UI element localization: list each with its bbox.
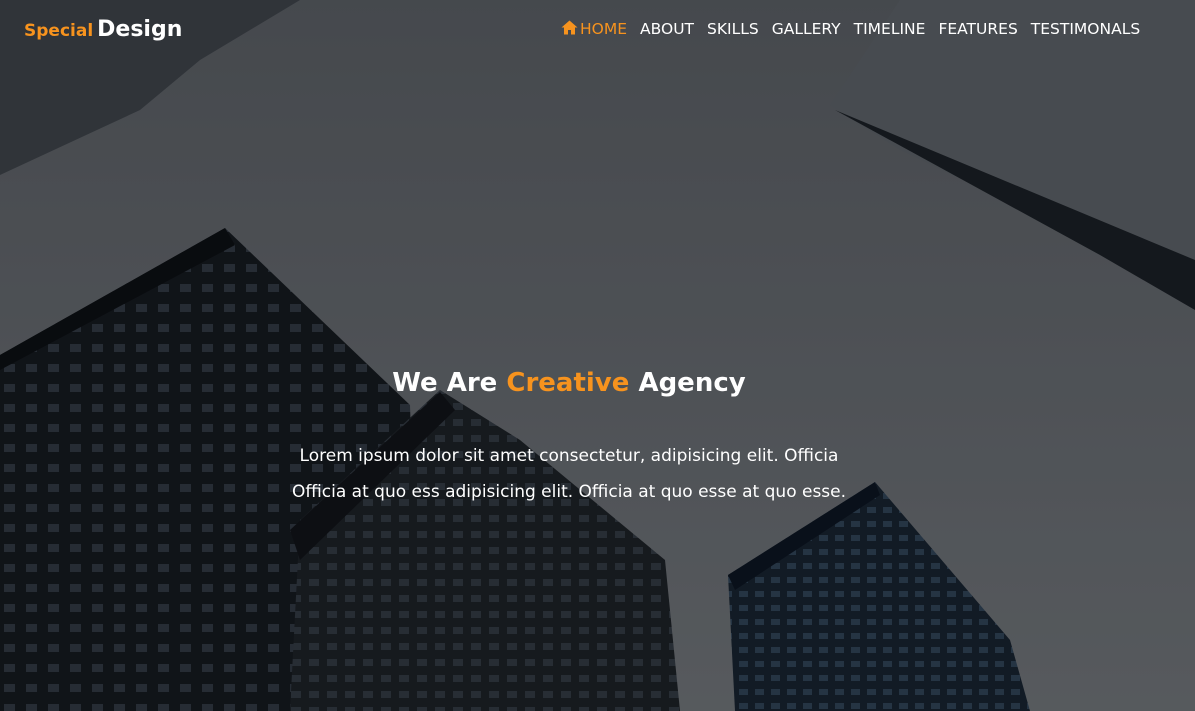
nav-item-gallery[interactable]: GALLERY — [772, 20, 841, 38]
nav-item-about[interactable]: ABOUT — [640, 20, 694, 38]
nav-link-about[interactable]: ABOUT — [640, 20, 694, 38]
nav-link-features[interactable]: FEATURES — [938, 20, 1017, 38]
hero-section: Special Design HOME ABOUT SKILLS GALLERY … — [0, 0, 1195, 711]
nav-item-features[interactable]: FEATURES — [938, 20, 1017, 38]
logo-name: Design — [97, 17, 183, 42]
nav-label-home: HOME — [580, 20, 628, 38]
hero-title-accent: Creative — [506, 368, 630, 398]
nav-link-home[interactable]: HOME — [561, 20, 627, 38]
hero-content: We Are Creative Agency Lorem ipsum dolor… — [269, 368, 869, 510]
nav-link-gallery[interactable]: GALLERY — [772, 20, 841, 38]
nav-link-skills[interactable]: SKILLS — [707, 20, 759, 38]
nav-link-testimonials[interactable]: TESTIMONALS — [1031, 20, 1140, 38]
logo-prefix: Special — [24, 21, 94, 41]
logo[interactable]: Special Design — [24, 17, 182, 42]
home-icon — [561, 20, 578, 35]
hero-description: Lorem ipsum dolor sit amet consectetur, … — [291, 446, 847, 502]
nav-item-home[interactable]: HOME — [561, 20, 627, 38]
hero-title: We Are Creative Agency — [269, 368, 869, 398]
hero-title-post: Agency — [638, 368, 746, 398]
nav-link-timeline[interactable]: TIMELINE — [854, 20, 926, 38]
hero-title-pre: We Are — [392, 368, 498, 398]
background-overlay — [0, 0, 1195, 711]
nav-item-skills[interactable]: SKILLS — [707, 20, 759, 38]
nav-item-testimonials[interactable]: TESTIMONALS — [1031, 20, 1140, 38]
navbar: Special Design HOME ABOUT SKILLS GALLERY … — [0, 0, 1195, 64]
nav-menu: HOME ABOUT SKILLS GALLERY TIMELINE FEATU… — [561, 20, 1153, 38]
nav-item-timeline[interactable]: TIMELINE — [854, 20, 926, 38]
